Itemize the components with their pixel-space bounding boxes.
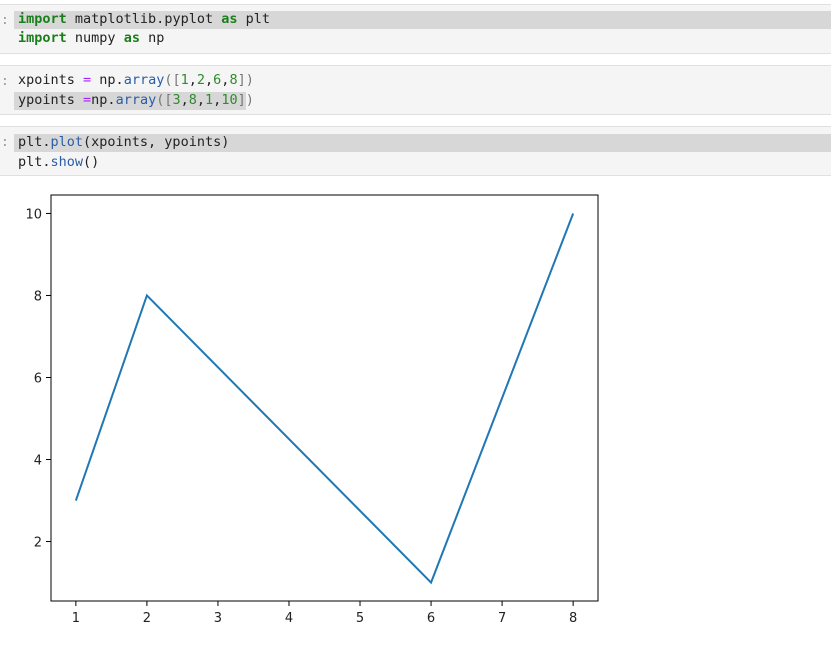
code-token: , xyxy=(205,72,214,88)
code-cell-plot[interactable]: : plt.plot(xpoints, ypoints) plt.show() xyxy=(0,126,831,176)
code-token: array xyxy=(115,92,157,108)
series-line xyxy=(74,213,575,585)
code-token: numpy xyxy=(66,30,124,46)
code-token: plt. xyxy=(18,154,51,170)
y-tick-label: 4 xyxy=(34,454,42,469)
code-token: np. xyxy=(91,72,124,88)
x-tick-label: 4 xyxy=(285,611,293,626)
code-token: , xyxy=(188,72,197,88)
code-token: 8 xyxy=(229,72,238,88)
code-token: 2 xyxy=(196,72,206,88)
code-token: () xyxy=(83,154,100,170)
code-token: , xyxy=(180,92,189,108)
x-tick-label: 7 xyxy=(498,611,506,626)
code-line: import numpy as np xyxy=(18,29,164,48)
code-token: 10 xyxy=(221,92,238,108)
code-token: , xyxy=(196,92,206,108)
y-tick-label: 6 xyxy=(34,371,42,386)
code-token: plt xyxy=(237,11,270,27)
x-tick-label: 8 xyxy=(569,611,577,626)
code-token: show xyxy=(50,154,84,170)
code-token: plt. xyxy=(18,134,51,150)
cell-prompt: : xyxy=(1,135,9,150)
code-token: array xyxy=(123,72,165,88)
code-cell-imports[interactable]: : import matplotlib.pyplot as plt import… xyxy=(0,4,831,54)
y-tick-label: 10 xyxy=(25,207,42,222)
code-token: ([ xyxy=(156,92,173,108)
x-tick-label: 6 xyxy=(427,611,435,626)
y-tick-label: 8 xyxy=(34,289,42,304)
code-token: 3 xyxy=(172,92,181,108)
x-tick-label: 2 xyxy=(143,611,151,626)
code-token: ypoints xyxy=(18,92,84,108)
axes-frame xyxy=(50,194,599,602)
cell-prompt: : xyxy=(1,13,9,28)
code-cell-arrays[interactable]: : xpoints = np.array([1,2,6,8]) ypoints … xyxy=(0,65,831,115)
code-line: xpoints = np.array([1,2,6,8]) xyxy=(18,71,254,90)
code-line: plt.plot(xpoints, ypoints) xyxy=(18,133,229,152)
code-token: xpoints xyxy=(18,72,84,88)
code-token: ([ xyxy=(164,72,181,88)
y-tick-label: 2 xyxy=(34,536,42,551)
plot-output: 1 2 3 4 5 6 7 8 2 4 6 8 10 xyxy=(25,194,599,626)
code-token: 8 xyxy=(188,92,197,108)
code-token: (xpoints, ypoints) xyxy=(83,134,230,150)
code-token: = xyxy=(83,92,92,108)
code-token: np. xyxy=(91,92,116,108)
x-tick-label: 5 xyxy=(356,611,364,626)
code-token: ]) xyxy=(237,92,254,108)
code-token: as xyxy=(221,11,238,27)
code-line: import matplotlib.pyplot as plt xyxy=(18,10,270,29)
code-token: as xyxy=(123,30,140,46)
code-token: plot xyxy=(50,134,84,150)
code-token: import xyxy=(18,11,67,27)
code-token: = xyxy=(83,72,92,88)
code-token: np xyxy=(139,30,165,46)
code-token: import xyxy=(18,30,67,46)
code-token: 1 xyxy=(205,92,214,108)
code-line: ypoints =np.array([3,8,1,10]) xyxy=(18,91,254,110)
code-token: 1 xyxy=(180,72,189,88)
x-tick-label: 1 xyxy=(72,611,80,626)
cell-prompt: : xyxy=(1,74,9,89)
code-token: ]) xyxy=(237,72,254,88)
x-tick-label: 3 xyxy=(214,611,222,626)
code-line: plt.show() xyxy=(18,153,99,172)
code-token: matplotlib.pyplot xyxy=(66,11,222,27)
